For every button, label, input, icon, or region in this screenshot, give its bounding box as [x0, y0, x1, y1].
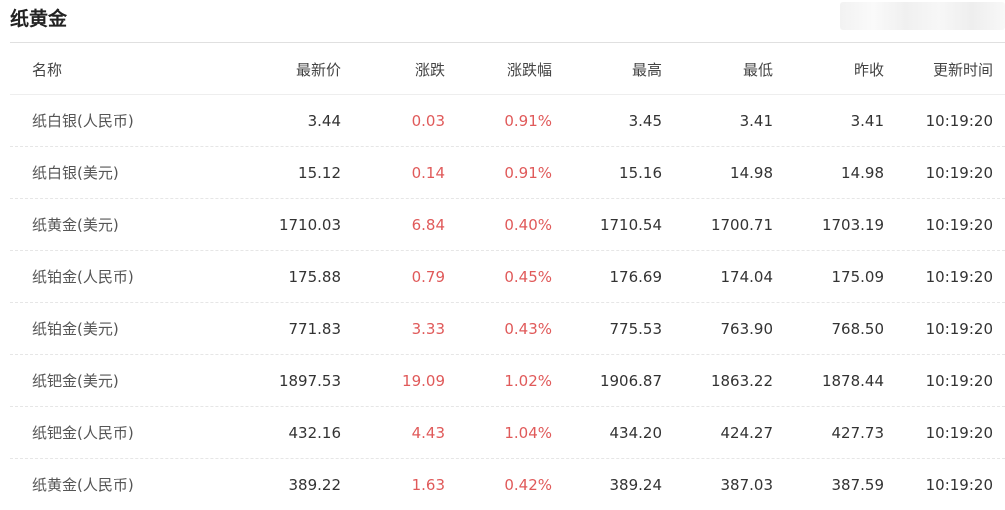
cell-change-pct: 1.04%: [504, 423, 552, 442]
column-header-update-time: 更新时间: [932, 60, 993, 79]
cell-name[interactable]: 纸黄金(美元): [32, 199, 119, 250]
cell-name[interactable]: 纸黄金(人民币): [32, 459, 134, 510]
blurred-region: [840, 2, 1005, 30]
cell-low: 3.41: [739, 111, 773, 130]
cell-change: 4.43: [411, 423, 445, 442]
column-header-name: 名称: [32, 60, 63, 79]
table-row[interactable]: 纸黄金(美元) 1710.03 6.84 0.40% 1710.54 1700.71 170…: [10, 199, 1005, 251]
cell-prev-close: 3.41: [850, 111, 884, 130]
cell-prev-close: 14.98: [841, 163, 884, 182]
table-row[interactable]: 纸铂金(人民币) 175.88 0.79 0.45% 176.69 174.04 175.0…: [10, 251, 1005, 303]
cell-name[interactable]: 纸白银(美元): [32, 147, 119, 198]
cell-change: 0.14: [411, 163, 445, 182]
column-header-last: 最新价: [295, 60, 341, 79]
cell-update-time: 10:19:20: [925, 319, 993, 338]
cell-name[interactable]: 纸铂金(美元): [32, 303, 119, 354]
cell-change-pct: 1.02%: [504, 371, 552, 390]
cell-last: 3.44: [307, 111, 341, 130]
cell-change-pct: 0.45%: [504, 267, 552, 286]
cell-last: 1897.53: [278, 371, 341, 390]
cell-prev-close: 427.73: [831, 423, 885, 442]
cell-low: 763.90: [720, 319, 774, 338]
table-body: 纸白银(人民币) 3.44 0.03 0.91% 3.45 3.41 3.41 10:19:2…: [10, 95, 1005, 510]
cell-high: 15.16: [619, 163, 662, 182]
quote-table: 名称 最新价 涨跌 涨跌幅 最高 最低 昨收 更新时间 纸白银(人民币) 3.44…: [10, 44, 1005, 510]
cell-update-time: 10:19:20: [925, 267, 993, 286]
cell-change: 0.03: [411, 111, 445, 130]
cell-change-pct: 0.42%: [504, 475, 552, 494]
cell-change-pct: 0.43%: [504, 319, 552, 338]
table-row[interactable]: 纸白银(美元) 15.12 0.14 0.91% 15.16 14.98 14.98 10:1…: [10, 147, 1005, 199]
cell-name[interactable]: 纸铂金(人民币): [32, 251, 134, 302]
cell-change-pct: 0.91%: [504, 111, 552, 130]
cell-low: 1863.22: [710, 371, 773, 390]
column-header-change-pct: 涨跌幅: [506, 60, 552, 79]
cell-name[interactable]: 纸钯金(美元): [32, 355, 119, 406]
table-header: 名称 最新价 涨跌 涨跌幅 最高 最低 昨收 更新时间: [10, 44, 1005, 95]
cell-prev-close: 1878.44: [821, 371, 884, 390]
cell-update-time: 10:19:20: [925, 475, 993, 494]
cell-high: 176.69: [609, 267, 663, 286]
cell-low: 174.04: [720, 267, 774, 286]
cell-high: 1710.54: [599, 215, 662, 234]
page-title: 纸黄金: [10, 8, 68, 30]
cell-last: 432.16: [288, 423, 342, 442]
cell-prev-close: 175.09: [831, 267, 885, 286]
cell-last: 15.12: [298, 163, 341, 182]
cell-last: 175.88: [288, 267, 342, 286]
table-row[interactable]: 纸黄金(人民币) 389.22 1.63 0.42% 389.24 387.03 387.5…: [10, 459, 1005, 510]
cell-high: 434.20: [609, 423, 663, 442]
cell-change: 0.79: [411, 267, 445, 286]
column-header-low: 最低: [742, 60, 773, 79]
cell-change: 3.33: [411, 319, 445, 338]
table-row[interactable]: 纸钯金(美元) 1897.53 19.09 1.02% 1906.87 1863.22 18…: [10, 355, 1005, 407]
cell-prev-close: 768.50: [831, 319, 885, 338]
table-row[interactable]: 纸钯金(人民币) 432.16 4.43 1.04% 434.20 424.27 427.7…: [10, 407, 1005, 459]
column-header-high: 最高: [631, 60, 662, 79]
cell-change: 1.63: [411, 475, 445, 494]
cell-high: 775.53: [609, 319, 663, 338]
cell-last: 771.83: [288, 319, 342, 338]
table-row[interactable]: 纸白银(人民币) 3.44 0.03 0.91% 3.45 3.41 3.41 10:19:2…: [10, 95, 1005, 147]
cell-update-time: 10:19:20: [925, 163, 993, 182]
cell-update-time: 10:19:20: [925, 215, 993, 234]
cell-update-time: 10:19:20: [925, 371, 993, 390]
column-header-change: 涨跌: [414, 60, 445, 79]
title-divider: [10, 42, 1005, 43]
cell-low: 424.27: [720, 423, 774, 442]
cell-change: 6.84: [411, 215, 445, 234]
cell-prev-close: 387.59: [831, 475, 885, 494]
cell-update-time: 10:19:20: [925, 111, 993, 130]
cell-high: 389.24: [609, 475, 663, 494]
cell-low: 14.98: [730, 163, 773, 182]
cell-last: 1710.03: [278, 215, 341, 234]
cell-last: 389.22: [288, 475, 342, 494]
cell-name[interactable]: 纸白银(人民币): [32, 95, 134, 146]
cell-update-time: 10:19:20: [925, 423, 993, 442]
cell-low: 387.03: [720, 475, 774, 494]
cell-change: 19.09: [402, 371, 445, 390]
cell-name[interactable]: 纸钯金(人民币): [32, 407, 134, 458]
table-row[interactable]: 纸铂金(美元) 771.83 3.33 0.43% 775.53 763.90 768.50…: [10, 303, 1005, 355]
cell-low: 1700.71: [710, 215, 773, 234]
cell-change-pct: 0.91%: [504, 163, 552, 182]
cell-high: 1906.87: [599, 371, 662, 390]
cell-prev-close: 1703.19: [821, 215, 884, 234]
column-header-prev-close: 昨收: [853, 60, 884, 79]
cell-high: 3.45: [628, 111, 662, 130]
cell-change-pct: 0.40%: [504, 215, 552, 234]
